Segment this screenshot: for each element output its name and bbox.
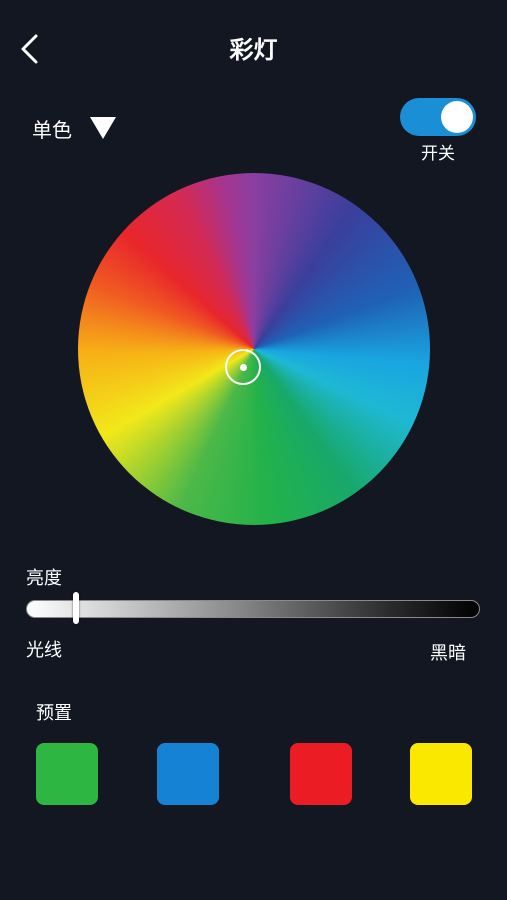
brightness-max-label: 黑暗 [430, 643, 466, 664]
brightness-title: 亮度 [26, 568, 62, 589]
toggle-knob [441, 101, 473, 133]
preset-swatch-blue[interactable] [157, 743, 219, 805]
brightness-slider[interactable] [26, 600, 480, 618]
preset-swatch-green[interactable] [36, 743, 98, 805]
power-toggle[interactable] [400, 98, 476, 136]
color-wheel[interactable] [78, 173, 430, 525]
header: 彩灯 [0, 0, 507, 96]
mode-dropdown[interactable]: 单色 [32, 112, 116, 144]
brightness-min-label: 光线 [26, 640, 62, 661]
power-label: 开关 [421, 144, 455, 164]
cursor-center-dot [239, 363, 247, 371]
color-picker-cursor[interactable] [225, 349, 261, 385]
presets-title: 预置 [36, 703, 72, 724]
mode-label: 单色 [32, 117, 72, 142]
page-title: 彩灯 [229, 36, 278, 64]
preset-swatch-yellow[interactable] [410, 743, 472, 805]
triangle-down-icon [90, 117, 116, 139]
brightness-slider-thumb[interactable] [72, 592, 79, 624]
preset-swatch-red[interactable] [290, 743, 352, 805]
